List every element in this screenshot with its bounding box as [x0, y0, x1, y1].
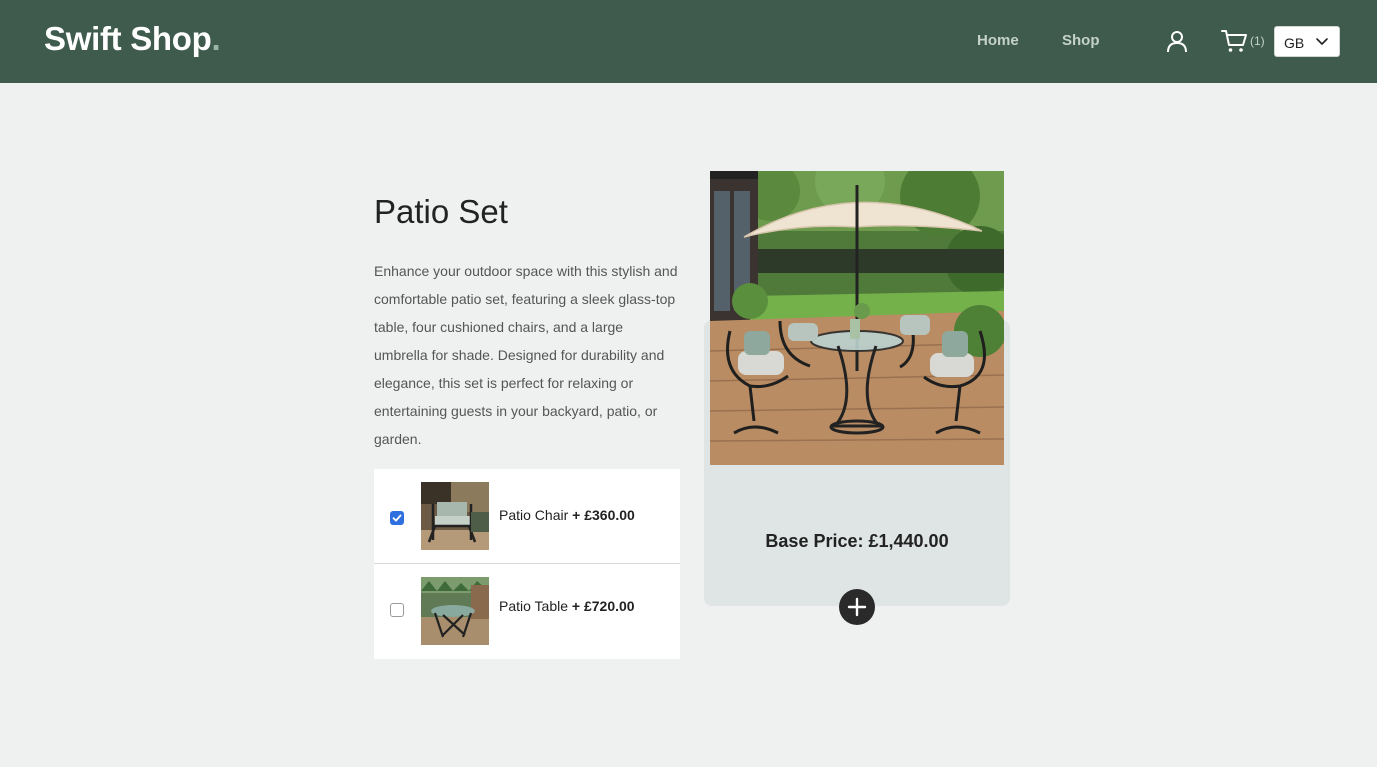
nav-shop-link[interactable]: Shop: [1062, 32, 1100, 49]
patio-chair-thumbnail: [421, 482, 489, 550]
product-description: Enhance your outdoor space with this sty…: [374, 263, 678, 447]
base-price: Base Price: £1,440.00: [704, 531, 1010, 552]
brand-name[interactable]: Swift Shop: [44, 20, 212, 57]
cart-icon[interactable]: [1220, 28, 1248, 54]
add-to-cart-button[interactable]: [839, 589, 875, 625]
addon-option-patio-table[interactable]: Patio Table + £720.00: [374, 564, 680, 659]
chevron-down-icon: [1316, 38, 1328, 45]
addon-checkbox-unchecked[interactable]: [390, 603, 404, 617]
check-icon: [392, 514, 402, 522]
addon-label: Patio Table + £720.00: [499, 598, 635, 614]
patio-table-thumbnail: [421, 577, 489, 645]
base-price-label: Base Price:: [765, 531, 864, 551]
product-title: Patio Set: [374, 193, 508, 230]
addon-option-patio-chair[interactable]: Patio Chair + £360.00: [374, 469, 680, 564]
user-icon[interactable]: [1164, 28, 1190, 54]
brand-logo[interactable]: Swift Shop.: [44, 20, 221, 58]
addon-name: Patio Table: [499, 598, 569, 614]
plus-icon: [847, 597, 867, 617]
addon-price: + £720.00: [571, 598, 635, 614]
addon-checkbox-checked[interactable]: [390, 511, 404, 525]
addon-price: + £360.00: [572, 507, 635, 523]
product-main-image: [710, 171, 1004, 465]
addon-options-list: Patio Chair + £360.00 Patio Table + £720…: [374, 469, 680, 659]
addon-label: Patio Chair + £360.00: [499, 507, 635, 523]
site-header: Swift Shop. Home Shop (1) GB: [0, 0, 1377, 83]
brand-dot: .: [211, 20, 221, 57]
region-select-value: GB: [1284, 35, 1305, 51]
cart-count-badge[interactable]: (1): [1250, 34, 1265, 48]
addon-name: Patio Chair: [499, 507, 569, 523]
base-price-value: £1,440.00: [868, 531, 949, 551]
nav-home-link[interactable]: Home: [977, 32, 1019, 49]
region-select[interactable]: GB: [1274, 26, 1340, 57]
